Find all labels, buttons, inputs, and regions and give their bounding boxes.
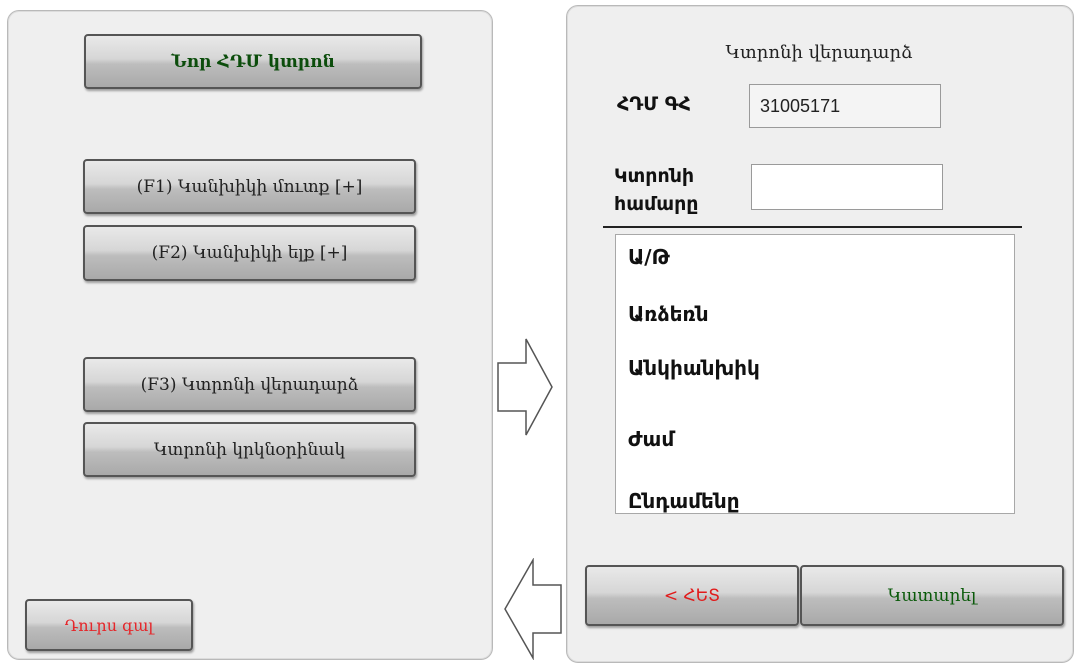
exit-button[interactable]: Դուրս գալ	[25, 599, 193, 651]
hdm-label: ՀԴՄ ԳՀ	[617, 93, 691, 115]
receipt-copy-label: Կտրոնի կրկնօրինակ	[153, 439, 346, 460]
cash-in-label: (F1) Կանխիկի մուտք [+]	[136, 176, 363, 197]
right-arrow-icon	[497, 338, 553, 436]
receipt-number-input[interactable]	[751, 164, 943, 210]
list-item[interactable]: Ժամ	[628, 427, 674, 451]
back-button[interactable]: < ՀԵՏ	[585, 565, 799, 626]
list-item[interactable]: Ընդամենը	[628, 489, 740, 513]
hdm-number-field[interactable]: 31005171	[749, 84, 941, 128]
receipt-return-button[interactable]: (F3) Կտրոնի վերադարձ	[83, 357, 416, 412]
left-panel	[7, 10, 493, 660]
receipt-return-label: (F3) Կտրոնի վերադարձ	[140, 374, 359, 395]
execute-button[interactable]: Կատարել	[800, 565, 1064, 626]
execute-label: Կատարել	[887, 585, 977, 606]
cash-in-button[interactable]: (F1) Կանխիկի մուտք [+]	[83, 159, 416, 214]
back-label: < ՀԵՏ	[663, 585, 721, 606]
cash-out-label: (F2) Կանխիկի ելք [+]	[151, 243, 348, 263]
payment-type-list[interactable]: Ա/Թ Առձեռն Անկիանխիկ Ժամ Ընդամենը	[615, 234, 1015, 514]
separator-line	[603, 226, 1022, 228]
list-item[interactable]: Անկիանխիկ	[628, 356, 760, 380]
left-arrow-icon	[504, 558, 562, 660]
receipt-number-label: Կտրոնի համարը	[614, 165, 699, 215]
receipt-copy-button[interactable]: Կտրոնի կրկնօրինակ	[83, 422, 416, 477]
return-title: Կտրոնի վերադարձ	[725, 42, 913, 63]
cash-out-button[interactable]: (F2) Կանխիկի ելք [+]	[83, 225, 416, 281]
exit-label: Դուրս գալ	[64, 615, 154, 635]
new-receipt-label: Նոր ՀԴՄ կտրոն	[171, 51, 335, 72]
new-receipt-button[interactable]: Նոր ՀԴՄ կտրոն	[84, 34, 422, 89]
list-item[interactable]: Առձեռն	[628, 302, 709, 326]
list-item[interactable]: Ա/Թ	[628, 245, 670, 269]
